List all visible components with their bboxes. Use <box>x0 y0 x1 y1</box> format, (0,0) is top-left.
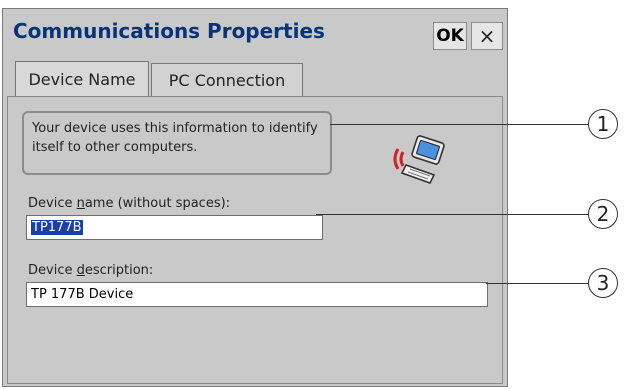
callout-2: 2 <box>588 199 618 229</box>
callout-1: 1 <box>588 109 618 139</box>
info-text: Your device uses this information to ide… <box>22 111 332 175</box>
device-name-value: TP177B <box>31 220 83 235</box>
device-name-label: Device name (without spaces): <box>28 196 231 211</box>
title-bar: Communications Properties OK × <box>3 9 507 55</box>
close-icon: × <box>478 24 496 48</box>
device-name-panel: Your device uses this information to ide… <box>7 96 503 384</box>
callout-line-3 <box>486 283 590 284</box>
tab-pc-connection[interactable]: PC Connection <box>151 63 303 97</box>
tab-device-name[interactable]: Device Name <box>15 61 149 97</box>
callout-line-2 <box>316 214 590 215</box>
device-name-field[interactable]: TP177B <box>26 215 323 240</box>
communications-properties-dialog: Communications Properties OK × Device Na… <box>2 8 508 387</box>
device-description-field[interactable]: TP 177B Device <box>26 282 488 307</box>
window-title: Communications Properties <box>13 19 325 43</box>
close-button[interactable]: × <box>471 22 503 50</box>
wireless-computer-icon <box>393 135 445 184</box>
device-description-label: Device description: <box>28 263 154 278</box>
callout-3: 3 <box>588 268 618 298</box>
callout-line-1 <box>330 124 590 125</box>
ok-button[interactable]: OK <box>433 22 467 50</box>
